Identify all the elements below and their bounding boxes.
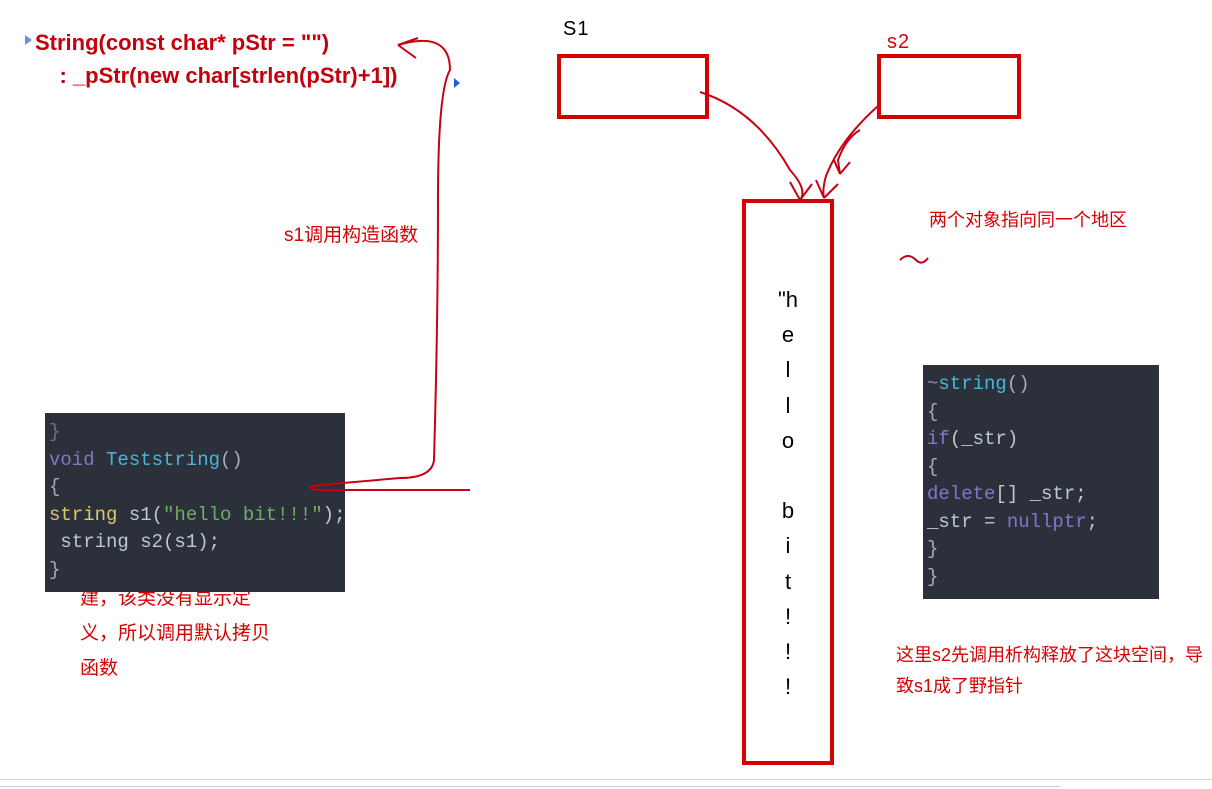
annotation-dtor: 这里s2先调用析构释放了这块空间，导致s1成了野指针 <box>896 640 1212 701</box>
dtor-close: } <box>927 566 938 588</box>
if-cond: (_str) <box>950 428 1018 450</box>
ctor-line1-str: "" <box>301 30 322 55</box>
label-s1: S1 <box>563 18 589 41</box>
var-s1: s1( <box>117 504 163 526</box>
string-literal: "hello bit!!!" <box>163 504 323 526</box>
ctor-line2-post: ]) <box>383 63 398 88</box>
label-s2: s2 <box>887 31 910 54</box>
dtor-open: { <box>927 401 938 423</box>
brace-close: } <box>49 559 60 581</box>
constructor-signature: String(const char* pStr = "") : _pStr(ne… <box>35 26 555 92</box>
kw-if: if <box>927 428 950 450</box>
annotation-same-region: 两个对象指向同一个地区 <box>929 205 1139 236</box>
text-caret-icon <box>454 78 460 88</box>
type-string: string <box>49 504 117 526</box>
object-box-s1 <box>557 54 709 119</box>
tilde-icon: ~ <box>927 373 938 395</box>
code-block-teststring: } void Teststring() { string s1("hello b… <box>45 413 345 592</box>
code-block-destructor: ~string() { if(_str) { delete[] _str; _s… <box>923 365 1159 599</box>
if-open: { <box>927 456 938 478</box>
ctor-line2-pre: : _pStr(new char[strlen(pStr)+ <box>59 63 370 88</box>
end1: ); <box>323 504 346 526</box>
ctor-line2-em: 1 <box>371 63 383 88</box>
heap-content: "hellobit!!! <box>742 282 834 704</box>
kw-delete: delete <box>927 483 995 505</box>
paren: () <box>220 449 243 471</box>
dtor-name: string <box>938 373 1006 395</box>
delete-rest: [] _str; <box>995 483 1086 505</box>
kw-nullptr: nullptr <box>1007 511 1087 533</box>
line-s2: string s2(s1); <box>49 531 220 553</box>
ctor-line1-post: ) <box>322 30 329 55</box>
assign-lhs: _str = <box>927 511 1007 533</box>
semi: ; <box>1087 511 1098 533</box>
ctor-line1-pre: String(const char* pStr = <box>35 30 301 55</box>
if-close: } <box>927 538 938 560</box>
annotation-s1-ctor: s1调用构造函数 <box>284 218 418 253</box>
bullet-icon <box>25 35 32 45</box>
object-box-s2 <box>877 54 1021 119</box>
dtor-paren: () <box>1007 373 1030 395</box>
divider <box>0 779 1212 780</box>
kw-void: void <box>49 449 95 471</box>
brace-open: { <box>49 476 60 498</box>
fn-teststring: Teststring <box>95 449 220 471</box>
divider <box>0 786 1060 787</box>
